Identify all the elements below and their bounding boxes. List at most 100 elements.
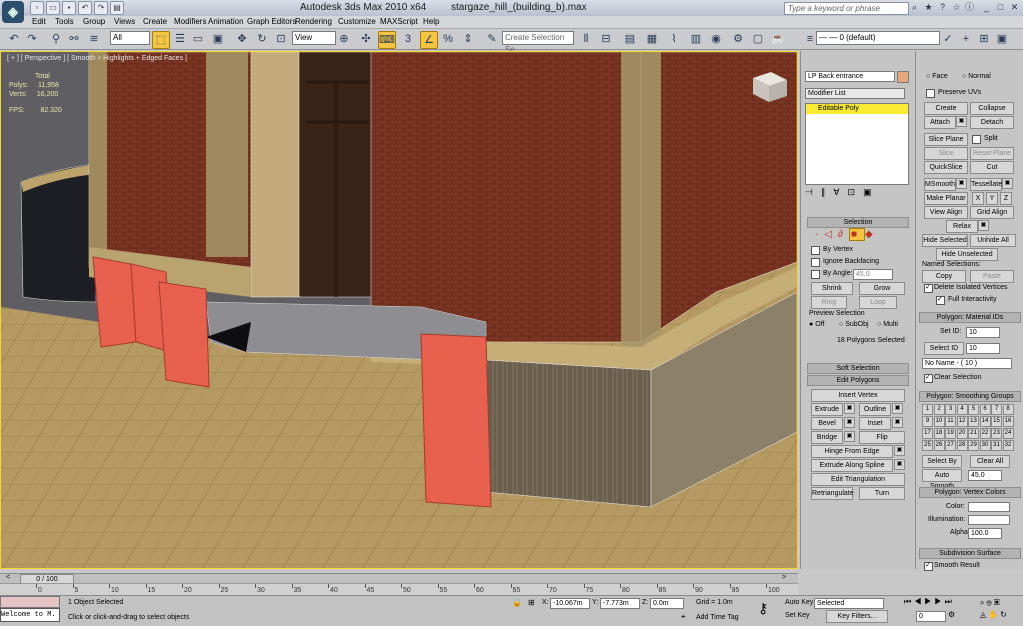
view-align-button[interactable]: View Align bbox=[924, 206, 968, 219]
select-by-sg-button[interactable]: Select By SG bbox=[922, 455, 962, 476]
attach-button[interactable]: Attach bbox=[924, 116, 956, 129]
planar-y-button[interactable]: Y bbox=[986, 192, 998, 205]
x-coord-field[interactable]: -10.067m bbox=[550, 598, 590, 609]
rotate-icon[interactable]: ↻ bbox=[254, 31, 270, 47]
extrude-spline-settings-icon[interactable]: ▣ bbox=[894, 459, 905, 470]
maximize-icon[interactable]: □ bbox=[994, 1, 1007, 14]
mirror-icon[interactable]: ⫴ bbox=[578, 31, 594, 47]
unlink-icon[interactable]: ⚯ bbox=[66, 31, 82, 47]
normal-radio[interactable]: ○ Normal bbox=[962, 73, 991, 80]
modifier-stack[interactable]: Editable Poly bbox=[805, 103, 909, 185]
layer-freeze-icon[interactable]: — bbox=[829, 33, 837, 42]
smoothing-group-button[interactable]: 10 bbox=[933, 416, 945, 427]
info-icon[interactable]: ⓘ bbox=[963, 1, 976, 14]
edit-triangulation-button[interactable]: Edit Triangulation bbox=[811, 473, 905, 486]
smoothing-group-button[interactable]: 27 bbox=[945, 440, 956, 451]
smoothing-group-button[interactable]: 24 bbox=[1002, 428, 1014, 439]
menu-modifiers[interactable]: Modifiers bbox=[174, 17, 206, 26]
insert-vertex-button[interactable]: Insert Vertex bbox=[811, 389, 905, 402]
window-crossing-icon[interactable]: ▣ bbox=[210, 31, 226, 47]
graphite-toggle-icon[interactable]: ▦ bbox=[644, 31, 660, 47]
border-mode-icon[interactable]: ∂ bbox=[838, 229, 849, 240]
detach-button[interactable]: Detach bbox=[970, 116, 1014, 129]
polygon-mode-icon[interactable]: ■ bbox=[849, 228, 866, 241]
next-key-icon[interactable]: ▶ bbox=[934, 597, 944, 606]
select-object-icon[interactable]: ⬚ bbox=[152, 31, 170, 49]
y-coord-field[interactable]: -7.773m bbox=[600, 598, 640, 609]
object-name-field[interactable]: LP Back entrance bbox=[805, 71, 895, 82]
inset-settings-icon[interactable]: ▣ bbox=[892, 417, 903, 428]
preview-subobj-radio[interactable]: ○ SubObj bbox=[839, 321, 869, 328]
select-link-icon[interactable]: ⚲ bbox=[48, 31, 64, 47]
layer-manager-icon[interactable]: ▤ bbox=[622, 31, 638, 47]
auto-key-button[interactable]: Auto Key bbox=[785, 599, 813, 606]
attach-settings-icon[interactable]: ▣ bbox=[956, 116, 967, 127]
perspective-viewport[interactable]: [ + ] [ Perspective ] [ Smooth + Highlig… bbox=[0, 51, 798, 569]
element-mode-icon[interactable]: ◆ bbox=[865, 229, 879, 240]
collapse-button[interactable]: Collapse bbox=[970, 102, 1014, 115]
retriangulate-button[interactable]: Retriangulate bbox=[811, 487, 854, 500]
pin-stack-icon[interactable]: ⊣ bbox=[805, 187, 821, 197]
smoothing-group-button[interactable]: 20 bbox=[956, 428, 968, 439]
material-editor-icon[interactable]: ◉ bbox=[708, 31, 724, 47]
bevel-button[interactable]: Bevel bbox=[811, 417, 843, 430]
stack-item-editable-poly[interactable]: Editable Poly bbox=[806, 104, 908, 114]
render-setup-icon[interactable]: ⚙ bbox=[730, 31, 746, 47]
smoothing-group-button[interactable]: 12 bbox=[956, 416, 968, 427]
extrude-along-spline-button[interactable]: Extrude Along Spline bbox=[811, 459, 893, 472]
redo-quick-icon[interactable]: ↷ bbox=[94, 1, 108, 15]
keyboard-shortcut-icon[interactable]: ⌨ bbox=[378, 31, 396, 49]
illumination-swatch[interactable] bbox=[968, 515, 1010, 525]
add-to-layer-icon[interactable]: ✓ bbox=[940, 31, 956, 47]
outline-settings-icon[interactable]: ▣ bbox=[892, 403, 903, 414]
select-id-field[interactable]: 10 bbox=[966, 343, 1000, 354]
smoothing-group-button[interactable]: 13 bbox=[968, 416, 979, 427]
curve-editor-icon[interactable]: ⌇ bbox=[666, 31, 682, 47]
smoothing-group-button[interactable]: 15 bbox=[991, 416, 1002, 427]
outline-button[interactable]: Outline bbox=[859, 403, 891, 416]
grid-align-button[interactable]: Grid Align bbox=[970, 206, 1014, 219]
smoothing-group-button[interactable]: 5 bbox=[968, 404, 979, 415]
menu-group[interactable]: Group bbox=[83, 17, 105, 26]
menu-edit[interactable]: Edit bbox=[32, 17, 46, 26]
help-icon[interactable]: ? bbox=[936, 1, 949, 14]
relax-settings-icon[interactable]: ▣ bbox=[978, 220, 989, 231]
new-file-icon[interactable]: ▫ bbox=[30, 1, 44, 15]
layer-dropdown[interactable]: — — 0 (default) bbox=[816, 31, 940, 45]
copy-button[interactable]: Copy bbox=[922, 270, 966, 283]
preview-multi-radio[interactable]: ○ Multi bbox=[877, 321, 898, 328]
hide-selected-button[interactable]: Hide Selected bbox=[922, 234, 968, 247]
extrude-button[interactable]: Extrude bbox=[811, 403, 843, 416]
planar-x-button[interactable]: X bbox=[972, 192, 984, 205]
time-tag-icon[interactable]: ⌖ bbox=[681, 612, 686, 622]
preview-off-radio[interactable]: ● Off bbox=[809, 321, 824, 328]
clear-selection-checkbox[interactable] bbox=[924, 373, 933, 383]
by-angle-checkbox[interactable] bbox=[811, 270, 820, 279]
soft-selection-rollout-header[interactable]: Soft Selection bbox=[807, 363, 909, 374]
smoothing-group-button[interactable]: 2 bbox=[933, 404, 945, 415]
set-id-field[interactable]: 10 bbox=[966, 327, 1000, 338]
zoom-extents-icon[interactable]: ▣ bbox=[994, 598, 1002, 607]
field-of-view-icon[interactable]: ◬ bbox=[980, 610, 988, 619]
selection-filter-dropdown[interactable]: All bbox=[110, 31, 150, 45]
inset-button[interactable]: Inset bbox=[859, 417, 891, 430]
smoothing-group-button[interactable]: 22 bbox=[979, 428, 991, 439]
subdivision-rollout-header[interactable]: Subdivision Surface bbox=[919, 548, 1021, 559]
paste-button[interactable]: Paste bbox=[970, 270, 1014, 283]
smoothing-group-button[interactable]: 21 bbox=[968, 428, 979, 439]
smoothing-group-button[interactable]: 32 bbox=[1002, 440, 1014, 451]
smooth-result-checkbox[interactable] bbox=[924, 561, 933, 571]
auto-smooth-angle-field[interactable]: 45.0 bbox=[968, 470, 1002, 481]
loop-button[interactable]: Loop bbox=[859, 296, 897, 309]
reference-coord-dropdown[interactable]: View bbox=[292, 31, 336, 45]
clear-all-button[interactable]: Clear All bbox=[970, 455, 1010, 468]
tessellate-button[interactable]: Tessellate bbox=[970, 178, 1002, 191]
save-file-icon[interactable]: ▪ bbox=[62, 1, 76, 15]
ring-button[interactable]: Ring bbox=[811, 296, 847, 309]
edit-named-selection-icon[interactable]: ✎ bbox=[484, 31, 500, 47]
material-name-dropdown[interactable]: No Name - ( 10 ) bbox=[922, 358, 1012, 369]
bind-space-warp-icon[interactable]: ≋ bbox=[86, 31, 102, 47]
undo-quick-icon[interactable]: ↶ bbox=[78, 1, 92, 15]
smoothing-group-button[interactable]: 25 bbox=[922, 440, 933, 451]
rect-selection-icon[interactable]: ▭ bbox=[190, 31, 206, 47]
